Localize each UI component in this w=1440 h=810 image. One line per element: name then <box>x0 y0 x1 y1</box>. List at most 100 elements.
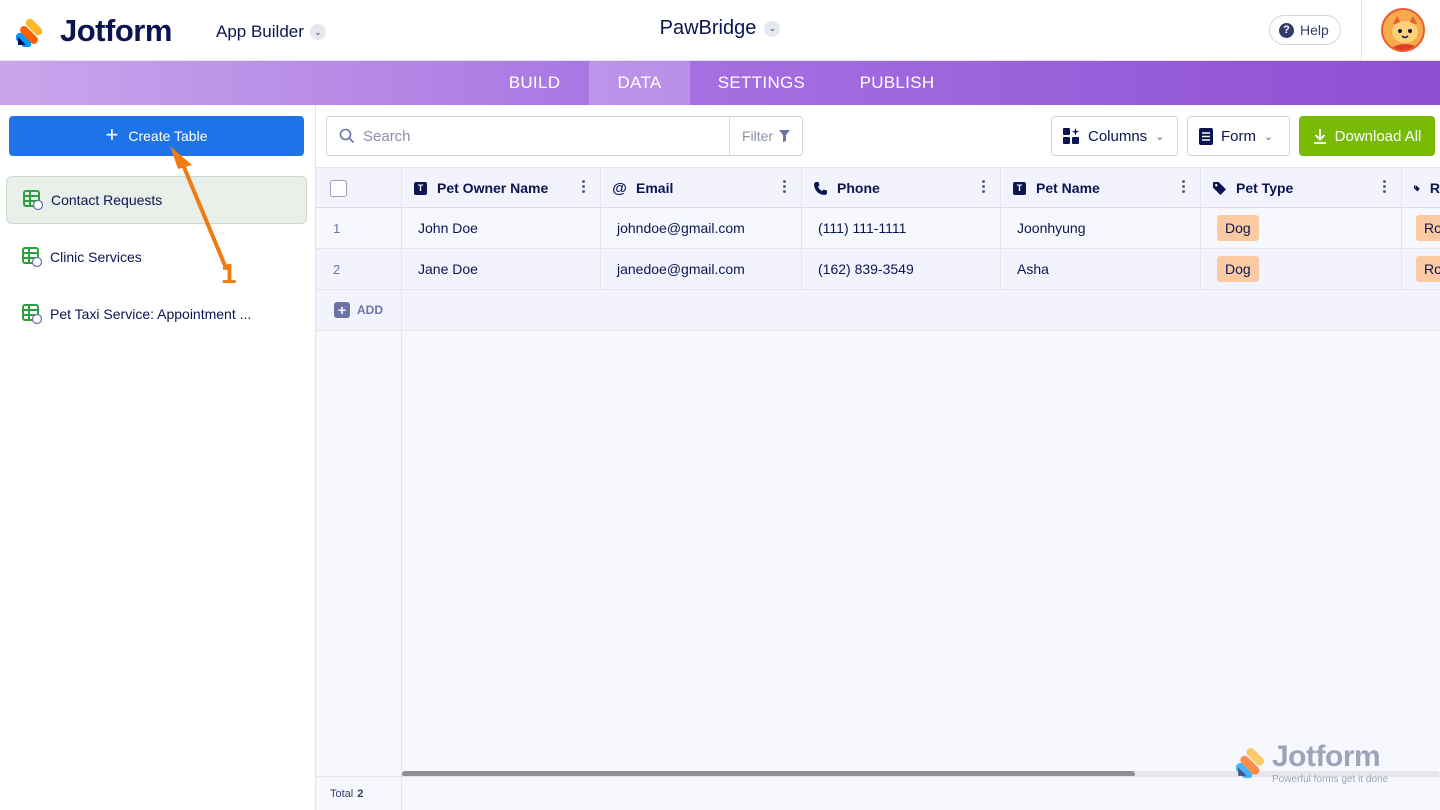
app-title-dropdown[interactable]: PawBridge ⌄ <box>660 17 781 40</box>
app-title: PawBridge <box>659 17 757 39</box>
at-icon: @ <box>612 179 627 197</box>
tab-settings-label: SETTINGS <box>717 73 806 92</box>
column-menu-icon[interactable] <box>783 180 787 194</box>
cell-next[interactable]: Ro <box>1402 208 1440 248</box>
search-input[interactable] <box>363 127 703 145</box>
column-header-label: Pet Name <box>1036 180 1100 196</box>
column-header-next[interactable]: R <box>1402 168 1440 208</box>
jotform-logo-icon <box>1236 747 1264 778</box>
chevron-down-icon: ⌄ <box>764 20 781 37</box>
table-row[interactable]: 2 Jane Doe janedoe@gmail.com (162) 839-3… <box>316 249 1440 290</box>
columns-label: Columns <box>1088 127 1148 145</box>
pet-type-tag: Dog <box>1217 215 1259 241</box>
chevron-down-icon: ⌄ <box>1155 130 1165 143</box>
jotform-watermark: Jotform Powerful forms get it done <box>1236 740 1406 788</box>
column-menu-icon[interactable] <box>982 180 986 194</box>
watermark-tagline: Powerful forms get it done <box>1272 774 1389 785</box>
watermark-brand: Jotform <box>1272 740 1381 773</box>
cell-phone[interactable]: (111) 111-1111 <box>802 208 1001 248</box>
cell-phone[interactable]: (162) 839-3549 <box>802 249 1001 289</box>
column-header-label: Email <box>636 180 674 196</box>
tab-settings[interactable]: SETTINGS <box>690 61 833 105</box>
funnel-icon <box>779 130 791 142</box>
total-label: Total <box>330 788 354 800</box>
search-icon <box>339 128 355 144</box>
cell-email[interactable]: janedoe@gmail.com <box>601 249 802 289</box>
tables-sidebar: + Create Table Contact Requests Clinic S… <box>0 105 316 810</box>
column-menu-icon[interactable] <box>582 180 586 194</box>
column-menu-icon[interactable] <box>1182 180 1186 194</box>
add-row: + ADD <box>316 290 1440 331</box>
add-row-button[interactable]: + ADD <box>334 302 383 318</box>
column-menu-icon[interactable] <box>1383 180 1387 194</box>
form-icon <box>1199 127 1213 145</box>
help-label: Help <box>1300 22 1329 38</box>
column-header-label: Pet Type <box>1236 180 1294 196</box>
download-all-button[interactable]: Download All <box>1299 116 1435 156</box>
row-number: 2 <box>316 249 402 289</box>
column-header-email[interactable]: @ Email <box>601 168 802 208</box>
app-builder-label: App Builder <box>216 22 304 41</box>
sidebar-item-clinic-services[interactable]: Clinic Services <box>6 233 307 281</box>
sidebar-item-label: Pet Taxi Service: Appointment ... <box>50 306 252 322</box>
sidebar-item-pet-taxi[interactable]: Pet Taxi Service: Appointment ... <box>6 290 307 338</box>
create-table-button[interactable]: + Create Table <box>9 116 304 156</box>
phone-icon <box>814 181 827 195</box>
app-builder-menu[interactable]: App Builder ⌄ <box>216 22 326 42</box>
help-button[interactable]: ? Help <box>1269 15 1341 45</box>
select-all-cell <box>316 168 402 208</box>
annotation-step-number: 1 <box>221 258 237 289</box>
tab-publish-label: PUBLISH <box>859 73 935 92</box>
cell-pet-type[interactable]: Dog <box>1201 249 1402 289</box>
tab-data-label: DATA <box>617 73 662 92</box>
next-tag: Ro <box>1416 215 1440 241</box>
main-tabs: BUILD DATA SETTINGS PUBLISH <box>0 61 1440 105</box>
create-table-label: Create Table <box>128 128 208 144</box>
tab-data[interactable]: DATA <box>589 61 690 105</box>
top-bar: Jotform App Builder ⌄ PawBridge ⌄ ? Help <box>0 0 1440 61</box>
column-header-pet-type[interactable]: Pet Type <box>1201 168 1402 208</box>
chevron-down-icon: ⌄ <box>309 24 326 40</box>
column-header-phone[interactable]: Phone <box>802 168 1001 208</box>
table-row[interactable]: 1 John Doe johndoe@gmail.com (111) 111-1… <box>316 208 1440 249</box>
question-icon: ? <box>1279 22 1294 38</box>
cell-next[interactable]: Ro <box>1402 249 1440 289</box>
cell-owner[interactable]: John Doe <box>402 208 601 248</box>
sidebar-item-contact-requests[interactable]: Contact Requests <box>6 176 307 224</box>
sidebar-item-label: Contact Requests <box>51 192 163 208</box>
add-row-label: ADD <box>357 303 383 317</box>
column-header-label: Phone <box>837 180 880 196</box>
filter-button[interactable]: Filter <box>729 116 803 156</box>
cell-pet-name[interactable]: Asha <box>1001 249 1201 289</box>
tab-build-label: BUILD <box>508 73 561 92</box>
sidebar-item-label: Clinic Services <box>50 249 142 265</box>
jotform-logo[interactable]: Jotform <box>16 13 172 49</box>
cell-pet-name[interactable]: Joonhyung <box>1001 208 1201 248</box>
cell-pet-type[interactable]: Dog <box>1201 208 1402 248</box>
text-icon: T <box>414 181 427 195</box>
cell-owner[interactable]: Jane Doe <box>402 249 601 289</box>
form-button[interactable]: Form ⌄ <box>1187 116 1290 156</box>
brand-name: Jotform <box>60 13 172 48</box>
column-header-label: R <box>1429 180 1440 196</box>
tab-build[interactable]: BUILD <box>480 61 589 105</box>
columns-button[interactable]: Columns ⌄ <box>1051 116 1178 156</box>
tag-icon <box>1213 181 1226 195</box>
download-icon <box>1313 128 1326 144</box>
avatar[interactable] <box>1381 8 1425 52</box>
total-count: Total 2 <box>316 777 402 810</box>
table-link-icon <box>22 304 42 324</box>
download-all-label: Download All <box>1334 127 1422 145</box>
column-header-pet-owner-name[interactable]: T Pet Owner Name <box>402 168 601 208</box>
next-tag: Ro <box>1416 256 1440 282</box>
cell-email[interactable]: johndoe@gmail.com <box>601 208 802 248</box>
form-label: Form <box>1221 127 1256 145</box>
column-header-pet-name[interactable]: T Pet Name <box>1001 168 1201 208</box>
select-all-checkbox[interactable] <box>330 179 347 197</box>
total-value: 2 <box>357 788 364 800</box>
tab-publish[interactable]: PUBLISH <box>833 61 961 105</box>
divider <box>1361 0 1362 60</box>
search-box <box>326 116 730 156</box>
column-header-label: Pet Owner Name <box>437 180 549 196</box>
columns-icon <box>1063 127 1080 144</box>
